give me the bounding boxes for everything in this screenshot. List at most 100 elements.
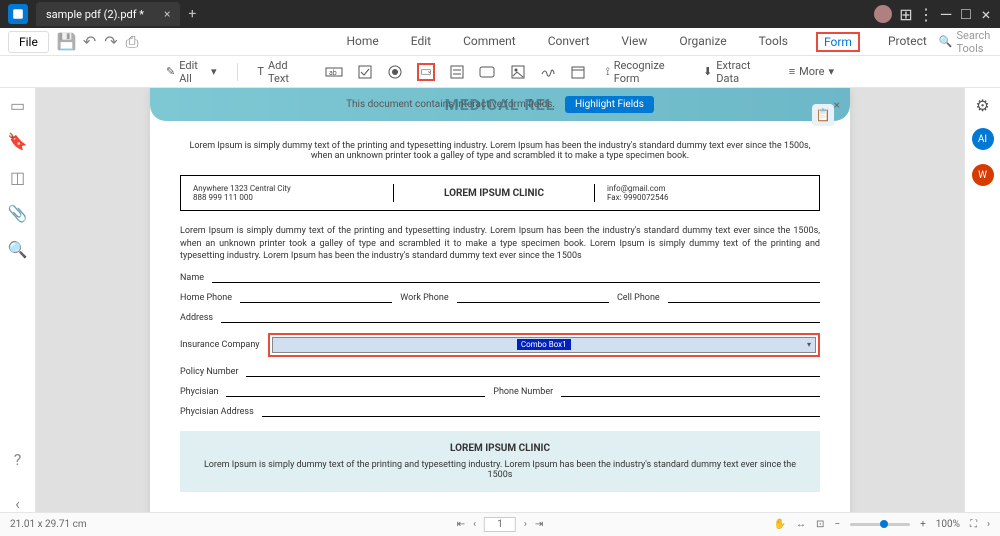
cell-phone-field[interactable] [668,293,820,303]
footer-text: Lorem Ipsum is simply dummy text of the … [192,460,808,480]
menu-home[interactable]: Home [342,32,382,52]
zoom-out-icon[interactable]: − [834,519,840,530]
file-tab[interactable]: sample pdf (2).pdf * × [36,2,180,26]
fit-width-icon[interactable]: ↔ [796,519,806,530]
collapse-left-icon[interactable]: ‹ [9,494,27,512]
listbox-icon[interactable] [449,63,465,81]
date-icon[interactable] [570,63,586,81]
menu-tools[interactable]: Tools [755,32,792,52]
clinic-address: Anywhere 1323 Central City 888 999 111 0… [193,184,393,202]
workspace: MEDICAL REL This document contains inter… [36,88,964,512]
last-page-icon[interactable]: ⇥ [535,519,543,530]
undo-icon[interactable]: ↶ [83,34,96,50]
recognize-form-button[interactable]: ⟟ Recognize Form [600,56,683,88]
office-icon[interactable]: W [972,164,994,186]
add-text-button[interactable]: T Add Text [251,56,311,88]
insurance-row: Insurance Company Combo Box1 ▾ [180,333,820,357]
info-bar: MEDICAL REL This document contains inter… [150,88,850,121]
next-page-icon[interactable]: › [524,519,527,530]
close-icon[interactable]: × [980,8,992,20]
name-row: Name [180,273,820,283]
extract-data-button[interactable]: ⬇ Extract Data [697,56,769,88]
phone-number-field[interactable] [561,387,820,397]
chevron-down-icon: ▾ [829,65,835,78]
statusbar: 21.01 x 29.71 cm ⇤ ‹ 1 › ⇥ ✋ ↔ ⊡ − + 100… [0,512,1000,536]
menu-convert[interactable]: Convert [544,32,594,52]
page-dimensions: 21.01 x 29.71 cm [10,519,87,530]
search-panel-icon[interactable]: 🔍 [9,240,27,258]
button-field-icon[interactable] [479,63,495,81]
right-sidebar: ⚙ AI W [964,88,1000,512]
body-paragraph: Lorem Ipsum is simply dummy text of the … [180,225,820,263]
clinic-contact: info@gmail.com Fax: 9990072546 [595,184,807,202]
menu-comment[interactable]: Comment [459,32,520,52]
search-tools[interactable]: 🔍 Search Tools [931,27,999,57]
maximize-icon[interactable]: □ [960,8,972,20]
thumbnails-icon[interactable]: ▭ [9,96,27,114]
clipboard-icon[interactable]: 📋 [812,104,834,126]
save-icon[interactable]: 💾 [59,34,75,50]
page-input[interactable]: 1 [484,517,516,532]
radio-icon[interactable] [387,63,403,81]
extract-icon: ⬇ [703,65,712,78]
physician-addr-field[interactable] [262,407,820,417]
file-menu[interactable]: File [8,31,49,53]
combo-box[interactable]: Combo Box1 ▾ [272,337,816,353]
ai-icon[interactable]: AI [972,128,994,150]
signature-icon[interactable] [540,63,556,81]
user-avatar-icon[interactable] [874,5,892,23]
menu-edit[interactable]: Edit [407,32,435,52]
fit-page-icon[interactable]: ⊡ [816,519,824,530]
combobox-icon[interactable] [417,63,435,81]
app-icon [8,4,28,24]
hand-tool-icon[interactable]: ✋ [774,519,786,530]
search-icon: 🔍 [939,35,953,48]
minimize-icon[interactable]: — [940,8,952,20]
name-field[interactable] [212,273,820,283]
policy-field[interactable] [246,367,820,377]
first-page-icon[interactable]: ⇤ [457,519,465,530]
collapse-right-icon[interactable]: › [987,519,990,530]
combo-box-selection[interactable]: Combo Box1 ▾ [268,333,820,357]
document-page: MEDICAL REL This document contains inter… [150,88,850,512]
checkbox-icon[interactable] [357,63,373,81]
edit-all-button[interactable]: ✎ Edit All ▾ [160,56,223,88]
zoom-slider[interactable] [850,523,910,526]
menu-organize[interactable]: Organize [675,32,730,52]
new-tab-button[interactable]: + [188,6,196,22]
left-sidebar: ▭ 🔖 ◫ 📎 🔍 ? ‹ [0,88,36,512]
address-row: Address [180,313,820,323]
menu-view[interactable]: View [617,32,651,52]
attachments-icon[interactable]: 📎 [9,204,27,222]
redo-icon[interactable]: ↷ [104,34,117,50]
address-field[interactable] [221,313,820,323]
text-field-icon[interactable]: ab [325,63,343,81]
more-icon[interactable]: ⋮ [920,8,932,20]
help-panel-icon[interactable]: ? [9,450,27,468]
settings-icon[interactable]: ⊞ [900,8,912,20]
print-icon[interactable]: ⎙ [126,34,139,50]
physician-field[interactable] [226,387,485,397]
menu-form[interactable]: Form [816,32,860,52]
highlight-fields-button[interactable]: Highlight Fields [565,96,654,113]
footer-title: LOREM IPSUM CLINIC [192,443,808,454]
fullscreen-icon[interactable]: ⛶ [970,519,977,530]
combo-arrow-icon[interactable]: ▾ [807,340,811,349]
menu-protect[interactable]: Protect [884,32,931,52]
bookmarks-icon[interactable]: 🔖 [9,132,27,150]
prev-page-icon[interactable]: ‹ [473,519,476,530]
menu-items: Home Edit Comment Convert View Organize … [342,32,930,52]
wand-icon: ⟟ [606,65,610,79]
zoom-in-icon[interactable]: + [920,519,926,530]
image-field-icon[interactable] [510,63,526,81]
layers-icon[interactable]: ◫ [9,168,27,186]
more-button[interactable]: ≡ More ▾ [783,62,840,81]
tab-close-icon[interactable]: × [164,7,170,21]
work-phone-field[interactable] [457,293,609,303]
zoom-thumb[interactable] [880,520,888,528]
info-close-icon[interactable]: × [834,98,840,112]
home-phone-field[interactable] [240,293,392,303]
zoom-value[interactable]: 100% [936,519,960,530]
combo-label: Combo Box1 [517,339,571,350]
properties-icon[interactable]: ⚙ [974,96,992,114]
